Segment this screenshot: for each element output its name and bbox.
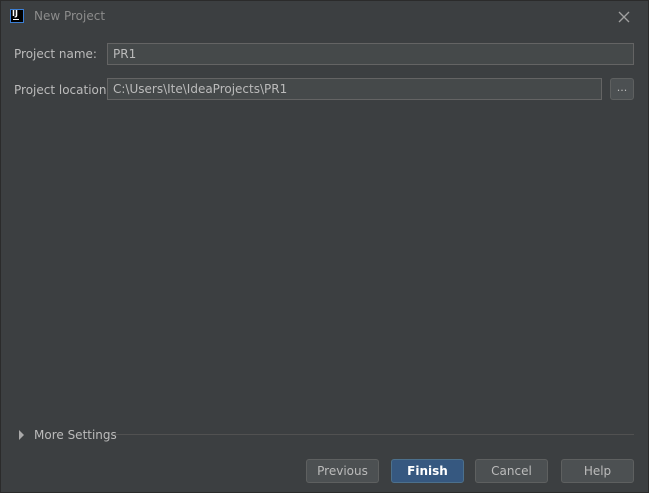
project-name-input[interactable]: [107, 43, 634, 65]
finish-button[interactable]: Finish: [391, 459, 464, 483]
more-settings-separator: [113, 434, 634, 435]
project-location-input[interactable]: [107, 78, 602, 100]
more-settings-label: More Settings: [34, 428, 117, 442]
browse-location-button[interactable]: ...: [610, 78, 634, 100]
new-project-dialog: IJ New Project Project name: Project loc…: [0, 0, 649, 493]
title-bar[interactable]: IJ New Project: [1, 1, 648, 32]
project-location-label: Project location:: [14, 83, 111, 97]
expand-triangle-icon: [19, 430, 24, 440]
project-name-label: Project name:: [14, 47, 97, 61]
intellij-logo-icon: IJ: [10, 9, 24, 23]
help-button[interactable]: Help: [561, 459, 634, 483]
window-title: New Project: [34, 9, 106, 23]
previous-button[interactable]: Previous: [306, 459, 379, 483]
close-icon[interactable]: [613, 6, 635, 28]
cancel-button[interactable]: Cancel: [475, 459, 548, 483]
